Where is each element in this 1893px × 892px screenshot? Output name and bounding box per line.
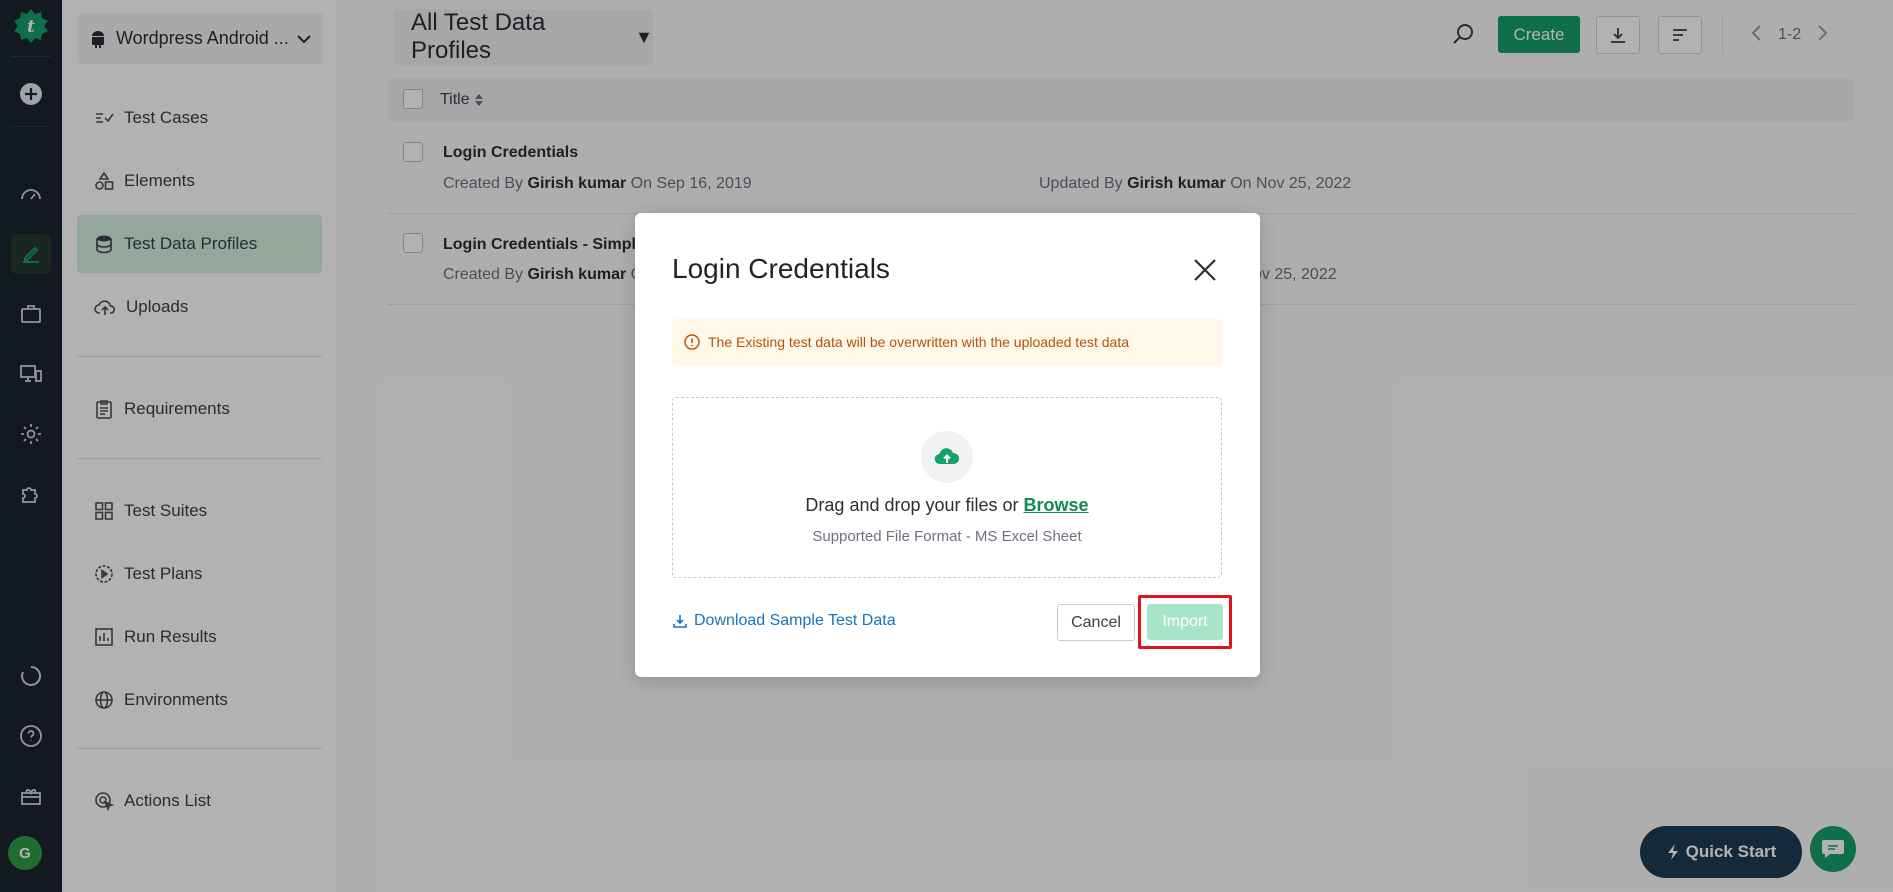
file-drop-zone[interactable]: Drag and drop your files or Browse Suppo… [672,397,1222,578]
download-sample-link[interactable]: Download Sample Test Data [672,612,896,630]
close-icon[interactable] [1191,256,1219,284]
import-button[interactable]: Import [1147,604,1223,640]
import-highlight: Import [1138,595,1232,649]
supported-format: Supported File Format - MS Excel Sheet [812,528,1082,545]
cancel-button[interactable]: Cancel [1057,604,1135,641]
import-dialog: Login Credentials The Existing test data… [635,213,1260,677]
warning-banner: The Existing test data will be overwritt… [672,319,1222,365]
info-icon [684,334,700,350]
dialog-title: Login Credentials [672,253,890,284]
drop-instructions: Drag and drop your files or Browse [805,495,1089,515]
download-icon [673,615,687,628]
browse-link[interactable]: Browse [1024,495,1089,515]
upload-cloud-icon [921,431,973,483]
